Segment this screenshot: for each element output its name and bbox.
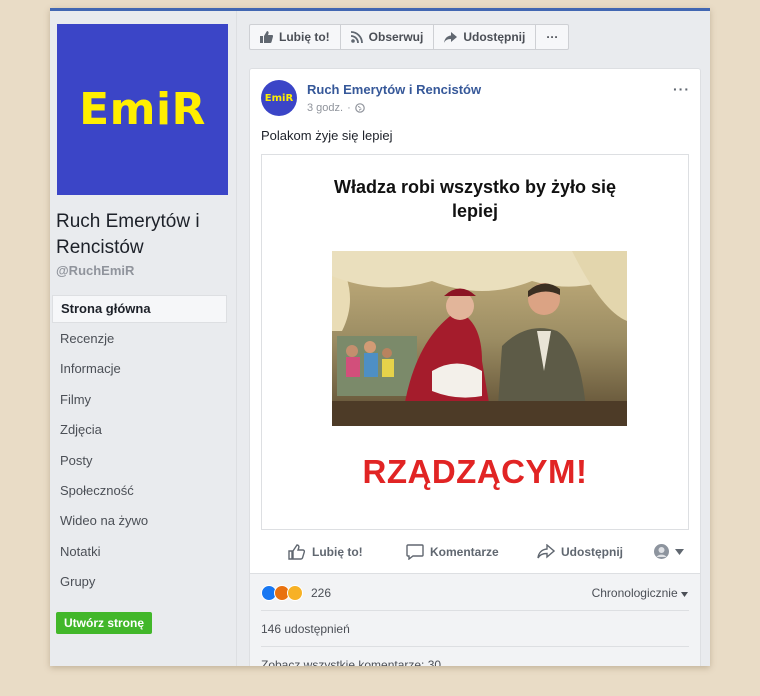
post-author[interactable]: Ruch Emerytów i Rencistów xyxy=(307,82,481,97)
caret-down-icon xyxy=(681,592,688,597)
post-time[interactable]: 3 godz. xyxy=(307,102,343,114)
carriage-photo xyxy=(332,251,627,426)
reaction-count[interactable]: 226 xyxy=(311,586,331,600)
post-comment-button[interactable]: Komentarze xyxy=(406,544,499,560)
meme-photo xyxy=(332,251,627,426)
sidebar-item-photos[interactable]: Zdjęcia xyxy=(52,416,227,446)
sidebar-item-notes[interactable]: Notatki xyxy=(52,538,227,568)
share-outline-icon xyxy=(537,544,555,559)
page-action-bar: Lubię to! Obserwuj Udostępnij ··· xyxy=(249,24,570,50)
comment-bubble-icon xyxy=(406,544,424,560)
facebook-page-frame: EmiR Ruch Emerytów i Rencistów @RuchEmiR… xyxy=(50,8,710,666)
view-all-comments-link[interactable]: Zobacz wszystkie komentarze: 30 xyxy=(261,658,441,666)
sort-label: Chronologicznie xyxy=(591,586,678,600)
column-divider xyxy=(236,11,237,666)
sidebar-item-posts[interactable]: Posty xyxy=(52,447,227,477)
meme-headline-line1: Władza robi wszystko by żyło się xyxy=(333,177,617,197)
caret-down-icon xyxy=(675,548,684,555)
post-share-label: Udostępnij xyxy=(561,544,623,559)
haha-reaction-icon xyxy=(287,585,303,601)
profile-picture[interactable]: EmiR xyxy=(57,24,228,195)
create-page-button[interactable]: Utwórz stronę xyxy=(56,612,153,634)
more-options-button[interactable]: ··· xyxy=(536,25,568,49)
share-page-label: Udostępnij xyxy=(463,30,526,44)
post-footer: 226 Chronologicznie 146 udostępnień Zoba… xyxy=(250,573,700,666)
footer-divider xyxy=(261,610,689,611)
like-page-button[interactable]: Lubię to! xyxy=(250,25,341,49)
page-handle[interactable]: @RuchEmiR xyxy=(56,263,134,278)
sidebar-item-community[interactable]: Społeczność xyxy=(52,477,227,507)
sidebar-item-live-video[interactable]: Wideo na żywo xyxy=(52,507,227,537)
avatar-logo-text: EmiR xyxy=(264,92,294,104)
globe-icon[interactable] xyxy=(354,103,365,113)
page-title[interactable]: Ruch Emerytów i Rencistów xyxy=(56,209,232,261)
ellipsis-icon: ··· xyxy=(546,30,559,44)
post-card: EmiR Ruch Emerytów i Rencistów 3 godz. ·… xyxy=(249,68,701,666)
post-image[interactable]: Władza robi wszystko by żyło się lepiej xyxy=(261,154,689,530)
shares-count[interactable]: 146 udostępnień xyxy=(261,622,350,636)
meme-headline: Władza robi wszystko by żyło się lepiej xyxy=(262,175,688,223)
post-meta: 3 godz. · xyxy=(307,102,365,114)
post-text: Polakom żyje się lepiej xyxy=(261,128,393,143)
reaction-icons[interactable] xyxy=(261,585,303,601)
like-page-label: Lubię to! xyxy=(279,30,330,44)
meme-bottom-text: RZĄDZĄCYM! xyxy=(362,453,588,490)
post-avatar[interactable]: EmiR xyxy=(261,80,297,116)
meta-separator: · xyxy=(347,102,351,114)
share-page-button[interactable]: Udostępnij xyxy=(434,25,537,49)
logo-text: EmiR xyxy=(79,84,206,135)
post-comment-label: Komentarze xyxy=(430,545,499,559)
post-share-button[interactable]: Udostępnij xyxy=(537,544,623,559)
post-like-label: Lubię to! xyxy=(312,545,363,559)
sidebar-item-about[interactable]: Informacje xyxy=(52,355,227,385)
sidebar-item-videos[interactable]: Filmy xyxy=(52,386,227,416)
sidebar-item-groups[interactable]: Grupy xyxy=(52,568,227,598)
post-like-button[interactable]: Lubię to! xyxy=(288,544,363,560)
footer-divider xyxy=(261,646,689,647)
follow-button[interactable]: Obserwuj xyxy=(341,25,435,49)
post-as-selector[interactable] xyxy=(654,544,684,559)
thumbs-up-outline-icon xyxy=(288,544,306,560)
comment-sort-dropdown[interactable]: Chronologicznie xyxy=(592,586,688,600)
post-menu-icon[interactable]: ··· xyxy=(673,81,690,97)
follow-label: Obserwuj xyxy=(368,30,424,44)
post-action-row: Lubię to! Komentarze Udostępnij xyxy=(250,535,700,573)
sidebar-item-reviews[interactable]: Recenzje xyxy=(52,325,227,355)
sidebar-item-home[interactable]: Strona główna xyxy=(52,295,227,323)
left-column: EmiR Ruch Emerytów i Rencistów @RuchEmiR… xyxy=(50,11,236,666)
sidebar-nav: Strona główna Recenzje Informacje Filmy … xyxy=(52,295,227,599)
rss-icon xyxy=(350,31,363,43)
user-avatar-icon xyxy=(654,544,669,559)
meme-headline-line2: lepiej xyxy=(451,201,499,221)
thumbs-up-icon xyxy=(260,31,273,43)
share-arrow-icon xyxy=(444,31,458,43)
